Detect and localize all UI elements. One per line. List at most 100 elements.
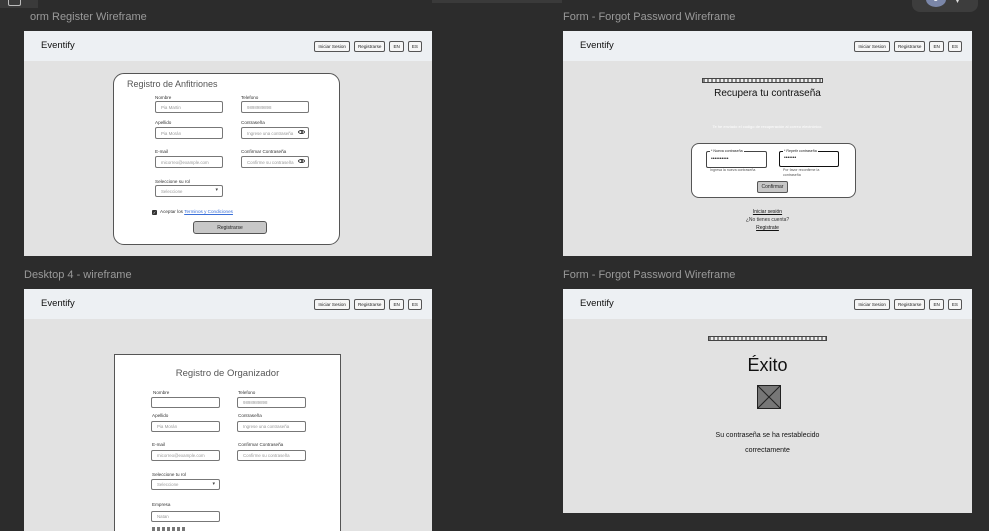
- frame-label-desktop4[interactable]: Desktop 4 - wireframe: [24, 269, 132, 281]
- frame-forgot-password[interactable]: Eventify Iniciar Sesion Registrarse EN E…: [563, 31, 972, 256]
- chevron-down-icon: ▾: [212, 481, 215, 487]
- confirm-button[interactable]: Confirmar: [757, 181, 788, 193]
- submit-register-button[interactable]: Registrarse: [193, 221, 267, 234]
- login-button[interactable]: Iniciar Sesion: [854, 41, 890, 52]
- email-label: E-mail: [152, 442, 166, 447]
- register-link[interactable]: Registrate: [563, 225, 972, 231]
- login-button[interactable]: Iniciar Sesion: [854, 299, 890, 310]
- phone-input[interactable]: 9898989898: [241, 101, 309, 113]
- page-title: Recupera tu contraseña: [714, 88, 821, 99]
- lastname-label: Apellido: [152, 413, 169, 418]
- logo[interactable]: Eventify: [41, 40, 75, 51]
- success-title: Éxito: [747, 355, 788, 375]
- terms-checkbox[interactable]: ✓: [152, 210, 157, 215]
- email-input[interactable]: micorreo@example.com: [155, 156, 223, 168]
- login-button[interactable]: Iniciar Sesion: [314, 299, 350, 310]
- panel-icon[interactable]: [8, 0, 21, 6]
- host-form-card: Registro de Anfitriones Nombre Pia Marti…: [113, 73, 340, 245]
- phone-input[interactable]: 9898989898: [237, 397, 306, 408]
- frame-label-forgot[interactable]: Form - Forgot Password Wireframe: [563, 11, 735, 23]
- logo[interactable]: Eventify: [580, 40, 614, 51]
- email-input[interactable]: micorreo@example.com: [151, 450, 220, 461]
- lang-es-button[interactable]: ES: [407, 41, 422, 52]
- form-title: Registro de Organizador: [175, 368, 280, 379]
- role-select[interactable]: Seleccione ▾: [151, 479, 220, 490]
- lastname-label: Apellido: [155, 120, 172, 125]
- clipped-field-label: [152, 527, 185, 531]
- register-button[interactable]: Registrarse: [353, 41, 386, 52]
- avatar-letter: J: [934, 0, 939, 3]
- new-password-help: Ingresa la nueva contraseña: [710, 168, 756, 172]
- success-message-line1: Su contraseña se ha restablecido: [715, 432, 820, 439]
- terms-prefix: Aceptar los: [160, 209, 185, 214]
- lang-es-button[interactable]: ES: [947, 299, 962, 310]
- register-button[interactable]: Registrarse: [893, 41, 926, 52]
- role-select-value: Seleccione: [161, 188, 183, 194]
- terms-text: Aceptar los Terminos y Condiciones: [160, 209, 233, 214]
- company-input[interactable]: Natan: [151, 511, 220, 522]
- role-label: Seleccione tu rol: [152, 472, 186, 477]
- chevron-down-icon: ▾: [215, 187, 218, 193]
- lang-en-button[interactable]: EN: [389, 41, 404, 52]
- company-label: Empresa: [152, 502, 171, 507]
- navbar: Eventify Iniciar Sesion Registrarse EN E…: [563, 31, 972, 61]
- lang-es-button[interactable]: ES: [407, 299, 422, 310]
- lastname-input[interactable]: Pia Morán: [155, 127, 223, 139]
- reset-card: * Nueva contraseña •••••••••• Ingresa la…: [691, 143, 856, 198]
- name-label: Nombre: [153, 390, 170, 395]
- name-input[interactable]: Pia Martin: [155, 101, 223, 113]
- confirm-password-label: Confirmar Contraseña: [238, 442, 284, 447]
- password-input[interactable]: Ingrese una contraseña: [237, 421, 306, 432]
- password-label: Contraseña: [241, 120, 265, 125]
- new-password-field[interactable]: * Nueva contraseña ••••••••••: [706, 149, 767, 168]
- register-button[interactable]: Registrarse: [353, 299, 386, 310]
- login-link[interactable]: Iniciar sesión: [563, 209, 972, 215]
- logo[interactable]: Eventify: [580, 298, 614, 309]
- repeat-password-value: •••••••: [784, 155, 797, 161]
- logo[interactable]: Eventify: [41, 298, 75, 309]
- password-input[interactable]: Ingrese una contraseña: [241, 127, 309, 139]
- confirm-password-input[interactable]: Confirme su contraseña: [241, 156, 309, 168]
- role-label: Seleccione su rol: [155, 179, 190, 184]
- hint-text: Te he enviado el codigo de recuperación …: [712, 124, 823, 129]
- email-label: E-mail: [155, 149, 169, 154]
- lang-en-button[interactable]: EN: [389, 299, 404, 310]
- logo-placeholder: [702, 78, 823, 83]
- confirm-password-input[interactable]: Confirme su contraseña: [237, 450, 306, 461]
- navbar: Eventify Iniciar Sesion Registrarse EN E…: [563, 289, 972, 319]
- organizer-form-card: Registro de Organizador Nombre Telefono …: [114, 354, 341, 531]
- role-select-value: Seleccione: [157, 482, 179, 487]
- success-message-line2: correctamente: [745, 447, 790, 454]
- password-label: Contraseña: [238, 413, 262, 418]
- image-placeholder-icon: [756, 384, 782, 410]
- lastname-input[interactable]: Pia Morán: [151, 421, 220, 432]
- confirm-password-label: Confirmar Contraseña: [241, 149, 287, 154]
- repeat-password-field[interactable]: * Repetir contraseña •••••••: [779, 149, 839, 167]
- eye-icon[interactable]: [298, 159, 305, 163]
- name-label: Nombre: [155, 95, 172, 100]
- password-placeholder: Ingrese una contraseña: [247, 130, 294, 136]
- lang-en-button[interactable]: EN: [929, 299, 944, 310]
- new-password-label: * Nueva contraseña: [710, 149, 744, 153]
- no-account-text: ¿No tienes cuenta?: [745, 217, 790, 223]
- lang-en-button[interactable]: EN: [929, 41, 944, 52]
- frame-success[interactable]: Eventify Iniciar Sesion Registrarse EN E…: [563, 289, 972, 513]
- frame-label-success[interactable]: Form - Forgot Password Wireframe: [563, 269, 735, 281]
- frame-desktop-4[interactable]: Eventify Iniciar Sesion Registrarse EN E…: [24, 289, 432, 531]
- lang-es-button[interactable]: ES: [947, 41, 962, 52]
- role-select[interactable]: Seleccione ▾: [155, 185, 223, 197]
- frame-register-host[interactable]: Eventify Iniciar Sesion Registrarse EN E…: [24, 31, 432, 256]
- name-input[interactable]: [151, 397, 220, 408]
- repeat-password-label: * Repetir contraseña: [783, 149, 818, 153]
- frame-label-register[interactable]: orm Register Wireframe: [30, 11, 147, 23]
- confirm-password-placeholder: Confirme su contraseña: [247, 159, 294, 165]
- eye-icon[interactable]: [298, 130, 305, 134]
- top-tab-right: [432, 0, 562, 3]
- login-button[interactable]: Iniciar Sesion: [314, 41, 350, 52]
- terms-link[interactable]: Terminos y Condiciones: [184, 209, 233, 214]
- phone-label: Telefono: [241, 95, 259, 100]
- logo-placeholder: [708, 336, 827, 341]
- navbar: Eventify Iniciar Sesion Registrarse EN E…: [24, 31, 432, 61]
- register-button[interactable]: Registrarse: [893, 299, 926, 310]
- chevron-down-icon[interactable]: ▾: [956, 0, 959, 5]
